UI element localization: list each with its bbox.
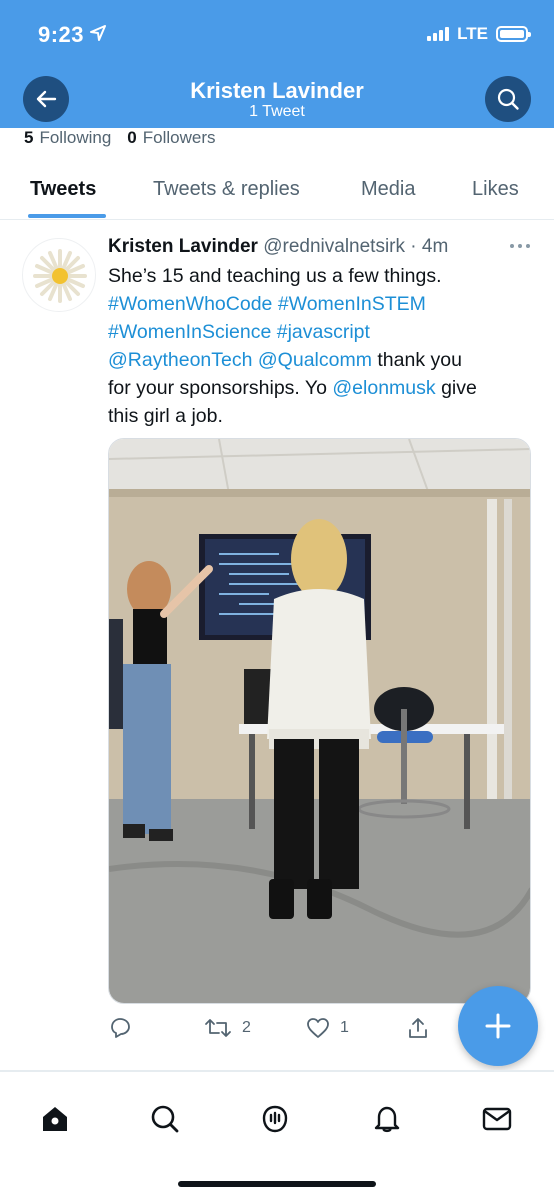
profile-tabs: Tweets Tweets & replies Media Likes [0,162,554,220]
nav-home[interactable] [38,1102,72,1136]
like-button[interactable]: 1 [306,1016,349,1040]
mention-link[interactable]: @RaytheonTech [108,349,252,371]
notifications-icon [374,1106,400,1133]
messages-icon [482,1107,512,1131]
reply-button[interactable] [108,1016,132,1040]
like-icon [307,1018,329,1038]
retweet-button[interactable]: 2 [204,1016,251,1040]
status-time: 9:23 [38,22,85,47]
profile-name: Kristen Lavinder [190,78,364,103]
tweet-actions: 2 1 [108,1014,448,1044]
tab-tweets[interactable]: Tweets [30,178,96,201]
mention-link[interactable]: @elonmusk [332,377,435,399]
tweet-count: 1 Tweet [249,103,305,120]
follow-counts: 5 Following 0 Followers [24,128,216,148]
hashtag-link[interactable]: #WomenWhoCode [108,293,272,315]
author-name[interactable]: Kristen Lavinder [108,236,258,257]
nav-notifications[interactable] [370,1102,404,1136]
tab-tweets-replies[interactable]: Tweets & replies [153,178,300,201]
home-icon [43,1107,67,1131]
profile-header: 9:23 LTE Kristen Lavinder 1 Tweet [0,0,554,128]
tab-media[interactable]: Media [361,178,415,201]
explore-icon [151,1105,179,1133]
active-tab-indicator [28,214,106,218]
hashtag-link[interactable]: #WomenInSTEM [278,293,426,315]
status-indicators: LTE [427,24,531,44]
nav-messages[interactable] [480,1102,514,1136]
avatar[interactable] [22,238,96,312]
network-label: LTE [457,24,488,43]
tab-likes[interactable]: Likes [472,178,519,201]
compose-plus-icon [485,1013,511,1039]
share-icon [409,1018,427,1038]
nav-spaces[interactable] [258,1102,292,1136]
spaces-icon [262,1105,288,1133]
hashtag-link[interactable]: #javascript [277,321,370,343]
signal-icon [427,27,450,41]
author-handle[interactable]: @rednivalnetsirk [263,236,405,257]
tweet-header: Kristen Lavinder @rednivalnetsirk · 4m [108,236,449,257]
home-indicator[interactable] [178,1181,376,1187]
tweet-time: 4m [421,236,449,257]
tweet-photo[interactable] [108,438,531,1004]
retweet-count: 2 [242,1019,251,1036]
compose-tweet-button[interactable] [458,986,538,1066]
location-arrow-icon [90,25,106,46]
search-button[interactable] [485,76,531,122]
followers-link[interactable]: 0 Followers [127,128,215,148]
reply-icon [111,1018,130,1038]
hashtag-link[interactable]: #WomenInScience [108,321,271,343]
battery-icon [496,26,531,42]
following-link[interactable]: 5 Following [24,128,111,148]
retweet-icon [205,1019,231,1037]
mention-link[interactable]: @Qualcomm [258,349,372,371]
tweet-text: She’s 15 and teaching us a few things. #… [108,265,477,427]
search-icon [497,88,519,110]
share-button[interactable] [406,1016,430,1040]
nav-explore[interactable] [148,1102,182,1136]
more-icon[interactable] [510,244,530,248]
like-count: 1 [340,1019,349,1036]
